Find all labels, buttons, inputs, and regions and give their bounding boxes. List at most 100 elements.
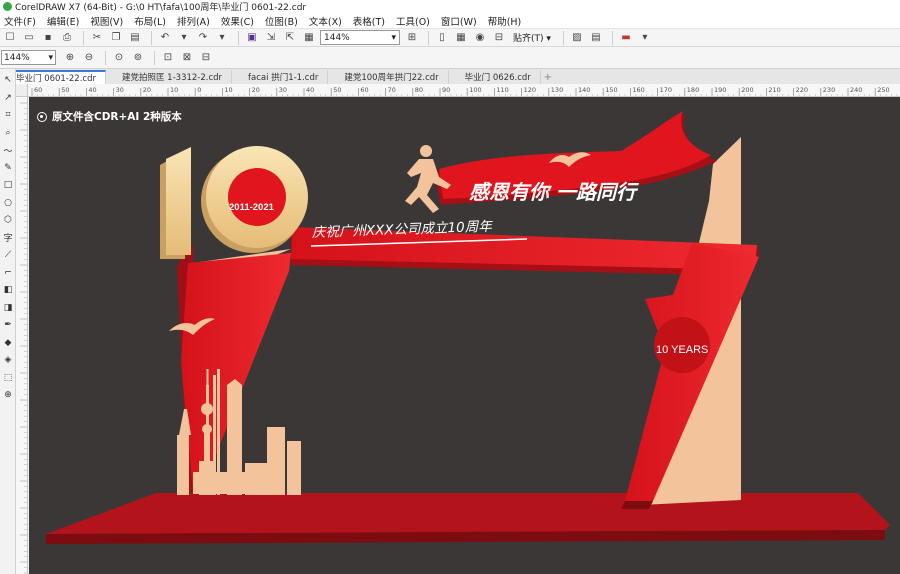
crop-tool-icon[interactable]: ⌗: [1, 108, 15, 122]
ruler-label: 250: [877, 86, 889, 94]
years-range-text: 2011-2021: [229, 202, 275, 213]
zoom-tool-icon[interactable]: ⌕: [1, 126, 15, 140]
welcome-screen-icon[interactable]: ▨: [569, 30, 585, 46]
outline-pen-icon[interactable]: ⬚: [1, 371, 15, 385]
zoom-to-page-width-icon[interactable]: ⊠: [179, 50, 195, 66]
menu-edit[interactable]: 编辑(E): [43, 14, 86, 28]
zoom-level-combo[interactable]: 144% ▾: [320, 30, 400, 45]
application-launcher-icon[interactable]: ▬: [618, 30, 634, 46]
tab-document-4[interactable]: 建党100周年拱门22.cdr: [328, 70, 449, 84]
archway-artwork: 2011-2021 感恩有你 一路同行 庆祝广州XXX公司成立10周年 10 Y…: [46, 111, 890, 544]
add-tab-icon[interactable]: +: [541, 70, 555, 84]
rectangle-tool-icon[interactable]: □: [1, 178, 15, 192]
ruler-label: 140: [578, 86, 590, 94]
menu-bar: 文件(F) 编辑(E) 视图(V) 布局(L) 排列(A) 效果(C) 位图(B…: [0, 13, 900, 28]
ruler-label: 200: [741, 86, 753, 94]
ruler-label: 220: [796, 86, 808, 94]
interactive-fill-icon[interactable]: ◆: [1, 336, 15, 350]
undo-icon[interactable]: ↶: [157, 30, 173, 46]
text-tool-icon[interactable]: 字: [1, 231, 15, 245]
menu-file[interactable]: 文件(F): [0, 14, 43, 28]
zoom-to-all-objects-icon[interactable]: ⊚: [130, 50, 146, 66]
zoom-to-page-height-icon[interactable]: ⊟: [198, 50, 214, 66]
redo-dropdown-icon[interactable]: ▾: [214, 30, 230, 46]
coreldraw-app-icon: [3, 2, 12, 11]
open-folder-icon[interactable]: ▭: [21, 30, 37, 46]
artistic-media-icon[interactable]: ✎: [1, 161, 15, 175]
launcher-dropdown-icon[interactable]: ▾: [637, 30, 653, 46]
ruler-label: 160: [632, 86, 644, 94]
menu-bitmaps[interactable]: 位图(B): [261, 14, 305, 28]
ruler-label: 10: [170, 86, 178, 94]
blend-tool-icon[interactable]: ◧: [1, 283, 15, 297]
connector-tool-icon[interactable]: ⌐: [1, 266, 15, 280]
ruler-label: 240: [850, 86, 862, 94]
tab-document-5[interactable]: 毕业门 0626.cdr: [449, 70, 541, 84]
ruler-label: 80: [415, 86, 423, 94]
print-icon[interactable]: ⎙: [59, 30, 75, 46]
zoom-to-page-icon[interactable]: ⊡: [160, 50, 176, 66]
save-icon[interactable]: ▪: [40, 30, 56, 46]
snap-to-button[interactable]: 贴齐(T) ▾: [510, 31, 554, 44]
toolbar-separator: [428, 30, 429, 45]
ellipse-tool-icon[interactable]: ○: [1, 196, 15, 210]
view-icon[interactable]: ◉: [472, 30, 488, 46]
cut-icon[interactable]: ✂: [89, 30, 105, 46]
rulers-icon[interactable]: ▯: [434, 30, 450, 46]
pick-tool-icon[interactable]: ↖: [1, 73, 15, 87]
eyedropper-tool-icon[interactable]: ✒: [1, 318, 15, 332]
publish-pdf-icon[interactable]: ▦: [301, 30, 317, 46]
toolbox: ↖ ↗ ⌗ ⌕ 〜 ✎ □ ○ ⬡ 字 ⟋ ⌐ ◧ ◨ ✒ ◆ ◈ ⬚ ⊕: [0, 69, 16, 574]
import-icon[interactable]: ⇲: [263, 30, 279, 46]
menu-effects[interactable]: 效果(C): [217, 14, 261, 28]
tab-document-2[interactable]: 建党拍照匡 1-3312-2.cdr: [106, 70, 233, 84]
zoom-in-icon[interactable]: ⊕: [62, 50, 78, 66]
ruler-label: 70: [388, 86, 396, 94]
ruler-label: 210: [768, 86, 780, 94]
ruler-label: 170: [660, 86, 672, 94]
ruler-label: 120: [524, 86, 536, 94]
horizontal-ruler[interactable]: 60 50 40 30 20 10 0 10 20 30 40 50 60 70 80 90 100 110 120…: [28, 84, 900, 97]
menu-arrange[interactable]: 排列(A): [173, 14, 217, 28]
menu-help[interactable]: 帮助(H): [484, 14, 529, 28]
ruler-label: 50: [333, 86, 341, 94]
copy-icon[interactable]: ❐: [108, 30, 124, 46]
standard-toolbar: ☐ ▭ ▪ ⎙ ✂ ❐ ▤ ↶ ▾ ↷ ▾ ▣ ⇲ ⇱ ▦ 144% ▾ ⊞ ▯ …: [0, 28, 900, 47]
full-screen-icon[interactable]: ⊞: [404, 30, 420, 46]
toolbar-separator: [154, 50, 155, 65]
guidelines-icon[interactable]: ⊟: [491, 30, 507, 46]
smart-fill-icon[interactable]: ◈: [1, 353, 15, 367]
polygon-tool-icon[interactable]: ⬡: [1, 213, 15, 227]
grid-icon[interactable]: ▦: [453, 30, 469, 46]
dimension-tool-icon[interactable]: ⟋: [1, 248, 15, 262]
ruler-label: 180: [687, 86, 699, 94]
toolbar-separator: [151, 30, 152, 45]
transparency-tool-icon[interactable]: ◨: [1, 301, 15, 315]
options-icon[interactable]: ▤: [588, 30, 604, 46]
ruler-label: 30: [279, 86, 287, 94]
tab-document-3[interactable]: facai 拱门1-1.cdr: [232, 70, 329, 84]
shape-tool-icon[interactable]: ↗: [1, 91, 15, 105]
chevron-down-icon: ▾: [391, 32, 396, 43]
add-tool-icon[interactable]: ⊕: [1, 388, 15, 402]
redo-icon[interactable]: ↷: [195, 30, 211, 46]
zoom-to-selected-icon[interactable]: ⊙: [111, 50, 127, 66]
vertical-ruler[interactable]: [16, 97, 28, 574]
menu-view[interactable]: 视图(V): [86, 14, 130, 28]
menu-tools[interactable]: 工具(O): [392, 14, 437, 28]
menu-text[interactable]: 文本(X): [305, 14, 349, 28]
undo-dropdown-icon[interactable]: ▾: [176, 30, 192, 46]
paste-icon[interactable]: ▤: [127, 30, 143, 46]
search-content-icon[interactable]: ▣: [244, 30, 260, 46]
menu-window[interactable]: 窗口(W): [437, 14, 484, 28]
drawing-canvas[interactable]: 2011-2021 感恩有你 一路同行 庆祝广州XXX公司成立10周年 10 Y…: [29, 97, 900, 574]
property-zoom-combo[interactable]: 144% ▾: [1, 50, 56, 65]
red-platform: [46, 493, 890, 544]
freehand-tool-icon[interactable]: 〜: [1, 143, 15, 157]
export-icon[interactable]: ⇱: [282, 30, 298, 46]
ruler-origin[interactable]: [16, 84, 28, 97]
new-document-icon[interactable]: ☐: [2, 30, 18, 46]
zoom-out-icon[interactable]: ⊖: [81, 50, 97, 66]
menu-table[interactable]: 表格(T): [349, 14, 392, 28]
menu-layout[interactable]: 布局(L): [130, 14, 173, 28]
